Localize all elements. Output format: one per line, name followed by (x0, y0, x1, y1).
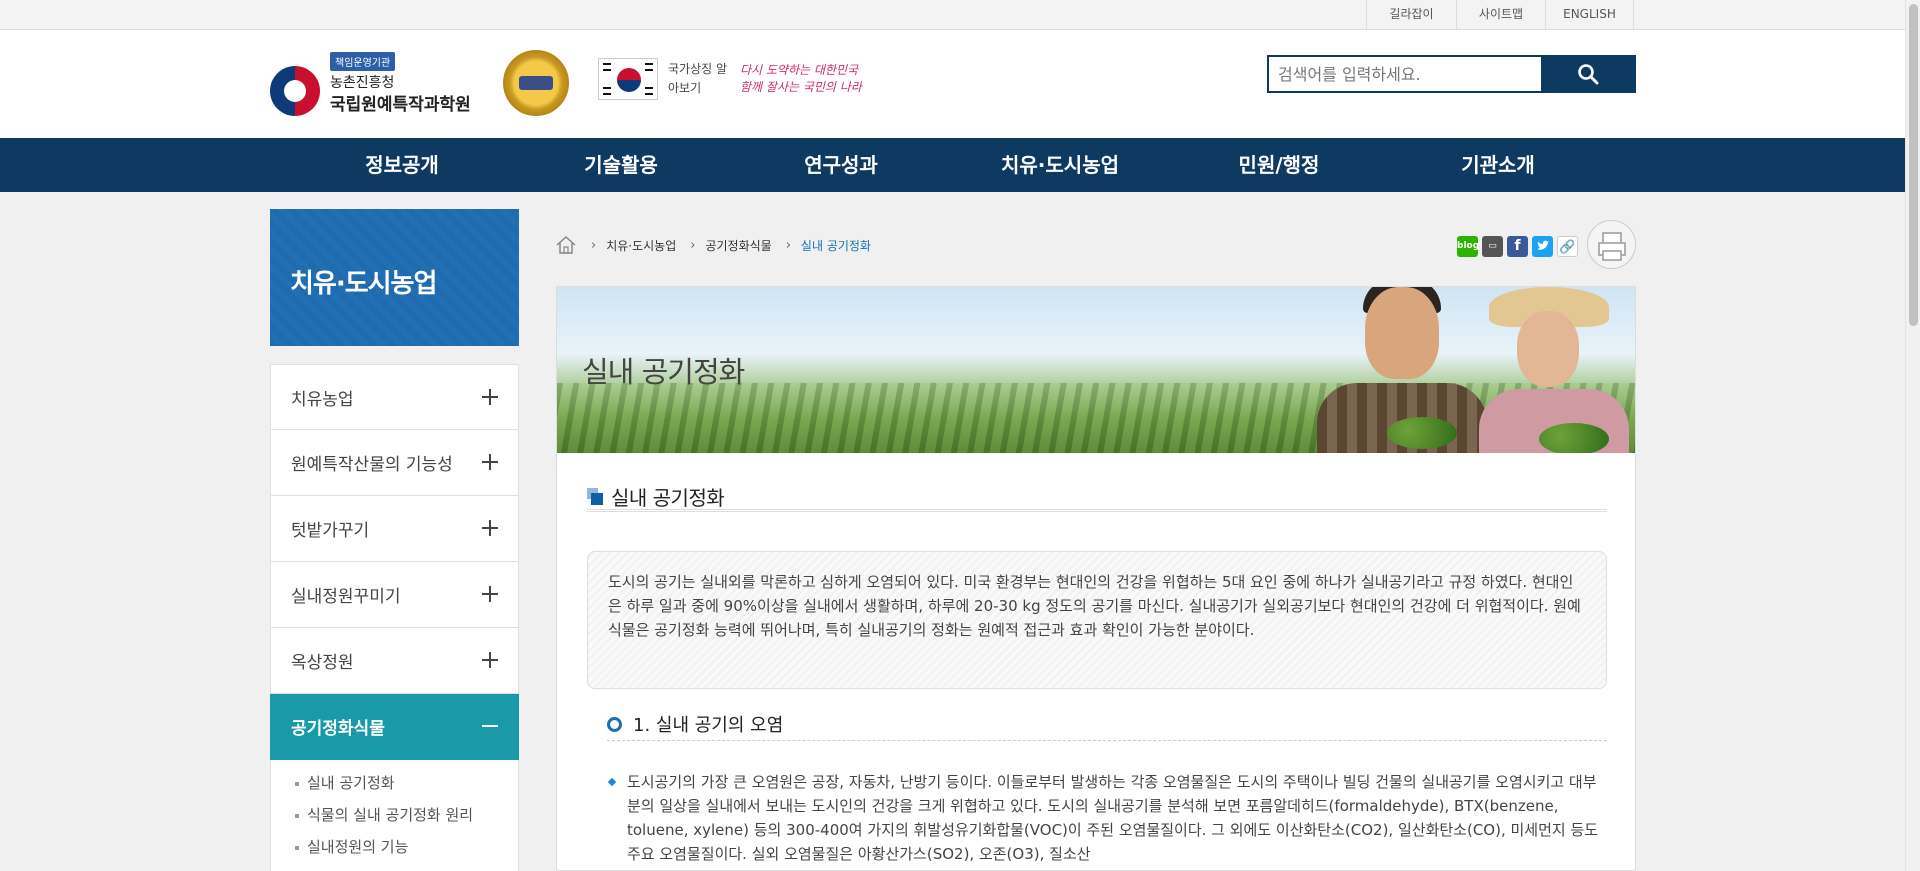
guide-link[interactable]: 길라잡이 (1366, 0, 1456, 30)
banner-title: 실내 공기정화 (582, 355, 745, 389)
breadcrumb-current: 실내 공기정화 (800, 238, 871, 253)
section-title-text: 실내 공기정화 (611, 486, 725, 510)
scrollbar-thumb[interactable] (1909, 4, 1918, 326)
print-button[interactable] (1587, 220, 1636, 269)
submenu-item-indoor-air-purification[interactable]: 실내 공기정화 (295, 772, 498, 794)
government-emblem-icon (270, 66, 320, 116)
breadcrumb: › 치유·도시농업 › 공기정화식물 › 실내 공기정화 (555, 233, 871, 257)
slogan-text: 다시 도약하는 대한민국 함께 잘사는 국민의 나라 (740, 63, 862, 94)
facebook-icon[interactable]: f (1507, 236, 1528, 257)
sidebar-item-indoor-garden[interactable]: 실내정원꾸미기 (270, 562, 519, 628)
bullet-text: 도시공기의 가장 큰 오염원은 공장, 자동차, 난방기 등이다. 이들로부터 … (627, 773, 1599, 863)
korean-flag-icon[interactable] (598, 58, 658, 100)
breadcrumb-item[interactable]: 치유·도시농업 (606, 237, 676, 254)
submenu-item-indoor-garden-function[interactable]: 실내정원의 기능 (295, 836, 498, 858)
english-link[interactable]: ENGLISH (1545, 0, 1634, 30)
circle-bullet-icon (607, 717, 622, 732)
search-box (1267, 55, 1636, 93)
intro-text: 도시의 공기는 실내외를 막론하고 심하게 오염되어 있다. 미국 환경부는 현… (608, 573, 1581, 639)
sidebar-menu: 치유농업 원예특작산물의 기능성 텃밭가꾸기 실내정원꾸미기 옥상정원 공기정화… (270, 364, 519, 871)
chevron-right-icon: › (591, 237, 597, 253)
band-icon[interactable]: ▭ (1482, 236, 1503, 257)
parent-org-name: 농촌진흥청 (330, 75, 395, 91)
section-title: 실내 공기정화 (587, 482, 1607, 512)
main-navigation: 정보공개 기술활용 연구성과 치유·도시농업 민원/행정 기관소개 (0, 138, 1905, 192)
page-banner: 실내 공기정화 (557, 287, 1635, 453)
government-slogan: 다시 도약하는 대한민국 함께 잘사는 국민의 나라 (740, 62, 870, 98)
home-icon[interactable] (555, 235, 577, 255)
nav-research[interactable]: 연구성과 (751, 138, 931, 192)
plus-icon (482, 586, 498, 602)
utility-links: 길라잡이 사이트맵 ENGLISH (1366, 0, 1634, 30)
twitter-icon[interactable] (1532, 236, 1553, 257)
nav-tech-use[interactable]: 기술활용 (531, 138, 711, 192)
agency-badge: 책임운영기관 (330, 52, 396, 71)
sidebar-title-text: 치유·도시농업 (290, 269, 437, 299)
search-icon (1577, 64, 1598, 85)
sidebar-item-label: 치유농업 (291, 389, 354, 410)
farmer-woman-image (1459, 287, 1635, 453)
sidebar-item-label: 실내정원꾸미기 (291, 587, 401, 607)
org-name: 국립원예특작과학원 (330, 95, 471, 115)
sidebar-item-label: 옥상정원 (291, 653, 354, 673)
nav-healing-urban-agriculture[interactable]: 치유·도시농업 (970, 138, 1150, 192)
national-symbol-link[interactable]: 국가상징 알아보기 (668, 60, 728, 98)
search-button[interactable] (1541, 55, 1634, 93)
square-bullet-icon (587, 488, 603, 505)
sidebar-item-label: 공기정화식물 (291, 719, 385, 739)
chevron-right-icon: › (690, 237, 696, 253)
nav-info-disclosure[interactable]: 정보공개 (312, 138, 492, 192)
subsection-heading: 1. 실내 공기의 오염 (607, 711, 1607, 741)
sidebar-item-rooftop-garden[interactable]: 옥상정원 (270, 628, 519, 694)
sidebar-title: 치유·도시농업 (270, 209, 519, 346)
minus-icon (482, 718, 498, 734)
share-tools: blog ▭ f 🔗 (1457, 236, 1578, 257)
subsection-heading-text: 1. 실내 공기의 오염 (633, 715, 784, 736)
bullet-paragraph: 도시공기의 가장 큰 오염원은 공장, 자동차, 난방기 등이다. 이들로부터 … (607, 770, 1607, 866)
chevron-right-icon: › (785, 237, 791, 253)
sidebar-item-label: 원예특작산물의 기능성 (291, 455, 453, 475)
site-logo[interactable]: 책임운영기관 농촌진흥청 국립원예특작과학원 (270, 52, 490, 122)
link-icon[interactable]: 🔗 (1557, 236, 1578, 257)
sidebar-item-air-purifying-plants[interactable]: 공기정화식물 (270, 694, 519, 760)
utility-bar: 길라잡이 사이트맵 ENGLISH (0, 0, 1905, 30)
sidebar-item-healing-agriculture[interactable]: 치유농업 (270, 364, 519, 430)
plus-icon (482, 389, 498, 405)
sitemap-link[interactable]: 사이트맵 (1456, 0, 1545, 30)
plus-icon (482, 520, 498, 536)
plus-icon (482, 652, 498, 668)
page-scrollbar[interactable] (1905, 0, 1920, 871)
nav-about[interactable]: 기관소개 (1408, 138, 1588, 192)
submenu-item-purification-principle[interactable]: 식물의 실내 공기정화 원리 (295, 804, 498, 826)
blog-icon[interactable]: blog (1457, 236, 1479, 257)
plus-icon (482, 454, 498, 470)
sidebar-submenu: 실내 공기정화 식물의 실내 공기정화 원리 실내정원의 기능 (270, 760, 519, 871)
search-input[interactable] (1269, 57, 1545, 91)
breadcrumb-item[interactable]: 공기정화식물 (705, 237, 771, 254)
nav-civil-admin[interactable]: 민원/행정 (1189, 138, 1369, 192)
print-icon (1598, 232, 1626, 261)
sidebar-item-functionality[interactable]: 원예특작산물의 기능성 (270, 430, 519, 496)
main-content: 실내 공기정화 실내 공기정화 도시의 공기는 실내외를 막론하고 심하게 오염… (556, 286, 1636, 871)
intro-box: 도시의 공기는 실내외를 막론하고 심하게 오염되어 있다. 미국 환경부는 현… (587, 551, 1607, 689)
sidebar-item-label: 텃밭가꾸기 (291, 521, 370, 541)
sidebar-item-garden[interactable]: 텃밭가꾸기 (270, 496, 519, 562)
award-seal-icon (503, 50, 569, 116)
